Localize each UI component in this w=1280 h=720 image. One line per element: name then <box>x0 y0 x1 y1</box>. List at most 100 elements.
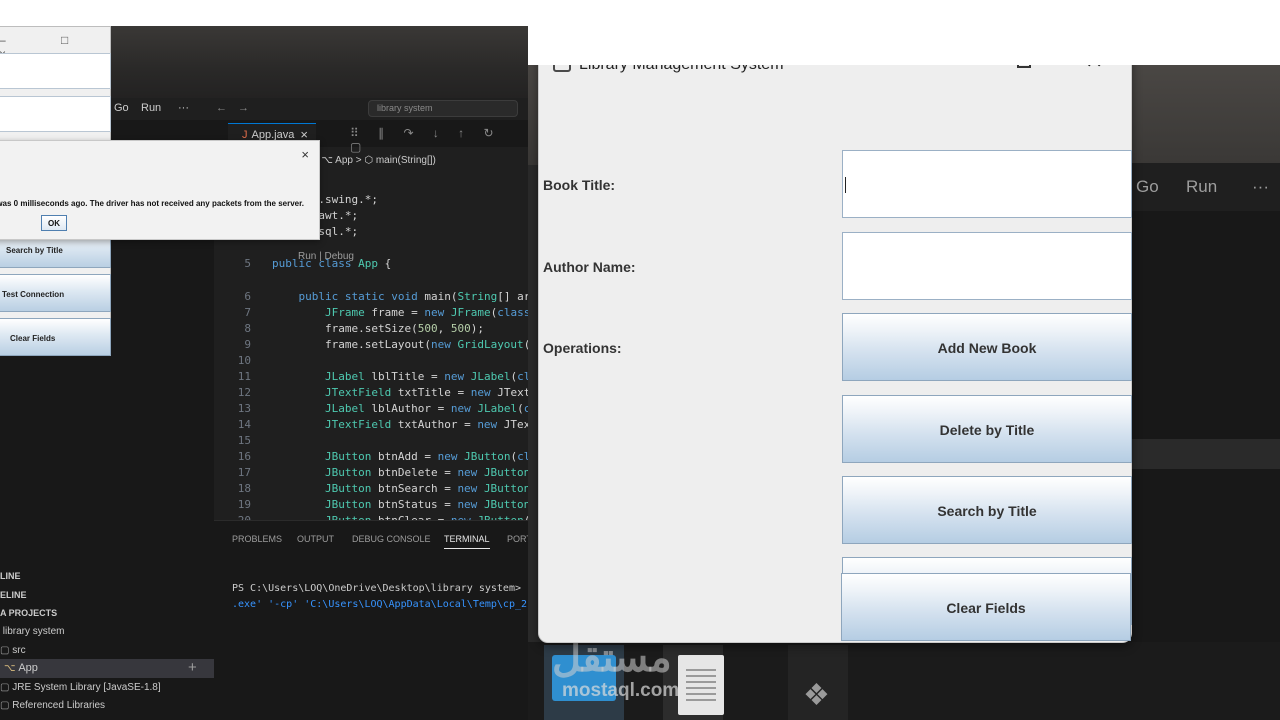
panel-tab-terminal[interactable]: TERMINAL <box>444 534 490 549</box>
code-text: JTextField txtTitle = new JTextF <box>324 386 528 399</box>
error-dialog: × r was 0 milliseconds ago. The driver h… <box>0 140 320 240</box>
line-number: 13 <box>237 402 251 415</box>
code-line[interactable]: 19 JButton btnStatus = new JButton( <box>214 498 528 514</box>
menu-more[interactable]: ··· <box>178 102 189 114</box>
java-projects-section[interactable]: A PROJECTS <box>0 608 57 618</box>
code-line[interactable]: 15 <box>214 434 528 450</box>
vscode-highlight-row <box>1128 439 1280 469</box>
outline-section[interactable]: LINE <box>0 571 21 581</box>
breadcrumb[interactable]: … > ⌥ App > ⬡ main(String[]) <box>300 155 436 166</box>
code-line[interactable]: 14 JTextField txtAuthor = new JText <box>214 418 528 434</box>
code-line[interactable]: 6 public static void main(String[] arg <box>214 290 528 306</box>
terminal-line: PS C:\Users\LOQ\OneDrive\Desktop\library… <box>232 583 521 594</box>
class-icon: ⌥ <box>4 663 19 674</box>
delete-by-title-button[interactable]: Delete by Title <box>842 395 1132 463</box>
library-management-window: Library Management System ✕ Book Title: … <box>538 65 1132 643</box>
code-text: JButton btnStatus = new JButton( <box>324 498 528 511</box>
ok-button[interactable]: OK <box>41 215 67 231</box>
code-text: frame.setLayout(new GridLayout(7 <box>272 338 528 351</box>
code-line[interactable]: 10 <box>214 354 528 370</box>
code-line[interactable]: 5 public class App { <box>214 257 528 273</box>
author-name-input[interactable] <box>842 232 1132 300</box>
package-icon: ▢ <box>0 645 13 656</box>
line-number: 14 <box>237 418 251 431</box>
tree-item-label: JRE System Library [JavaSE-1.8] <box>12 682 161 693</box>
line-number: 15 <box>237 434 251 447</box>
timeline-section[interactable]: ELINE <box>0 590 27 600</box>
tree-item-label: src <box>12 645 26 656</box>
code-line[interactable]: 7 JFrame frame = new JFrame(class="st">"… <box>214 306 528 322</box>
tree-item-label: Referenced Libraries <box>12 700 106 711</box>
debug-toolbar[interactable]: ⠿ ∥ ↷ ↓ ↑ ↻ ▢ <box>350 126 528 154</box>
code-line[interactable]: 9 frame.setLayout(new GridLayout(7 <box>214 338 528 354</box>
panel-tab-ports[interactable]: PORT <box>507 534 528 544</box>
line-number: 8 <box>244 322 251 335</box>
nav-back-icon[interactable]: ← <box>216 102 227 114</box>
code-line[interactable]: 12 JTextField txtTitle = new JTextF <box>214 386 528 402</box>
clear-fields-button[interactable]: Clear Fields <box>0 318 111 356</box>
command-center-search[interactable]: library system <box>368 100 518 117</box>
maximize-icon[interactable] <box>1017 65 1031 68</box>
close-icon[interactable]: × <box>301 147 309 162</box>
menu-run[interactable]: Run <box>1186 177 1217 197</box>
panel-tab-debug-console[interactable]: DEBUG CONSOLE <box>352 534 431 544</box>
code-text: JTextField txtAuthor = new JText <box>324 418 528 431</box>
code-line[interactable]: 18 JButton btnSearch = new JButton( <box>214 482 528 498</box>
line-number: 9 <box>244 338 251 351</box>
test-connection-button[interactable]: Test Connection <box>0 274 111 312</box>
code-line[interactable]: 16 JButton btnAdd = new JButton(class="s… <box>214 450 528 466</box>
menu-run[interactable]: Run <box>141 102 161 114</box>
code-text: JButton btnDelete = new JButton( <box>324 466 528 479</box>
watermark-text: mostaql.com <box>562 680 680 701</box>
tree-item-jre-library[interactable]: ▢ JRE System Library [JavaSE-1.8] <box>0 682 161 693</box>
code-line[interactable]: 8 frame.setSize(500, 500); <box>214 322 528 338</box>
tree-item-library-system[interactable]: ⁣⁣ library system <box>0 626 65 637</box>
code-text: JFrame frame = new JFrame(class="st">"Li… <box>324 306 528 319</box>
code-text: JLabel lblAuthor = new JLabel(class="st"… <box>324 402 528 415</box>
line-number: 16 <box>237 450 251 463</box>
tree-item-app[interactable]: ⌥ App <box>0 659 214 678</box>
library-icon: ▢ <box>0 682 13 693</box>
tree-item-src[interactable]: ▢ src <box>0 645 26 656</box>
code-text: public static void main(String[] arg <box>298 290 529 303</box>
terminal-line: .exe' '-cp' 'C:\Users\LOQ\AppData\Local\… <box>232 599 528 610</box>
bottom-panel: PROBLEMS OUTPUT DEBUG CONSOLE TERMINAL P… <box>214 520 528 720</box>
python-icon[interactable]: ❖ <box>803 678 830 713</box>
code-text: JButton btnAdd = new JButton(class="st">… <box>324 450 528 463</box>
vscode-menubar: Go Run ··· ← → library system <box>110 98 528 120</box>
close-icon[interactable]: ✕ <box>1085 65 1103 74</box>
dialog-message: r was 0 milliseconds ago. The driver has… <box>0 199 305 208</box>
code-line[interactable]: 17 JButton btnDelete = new JButton( <box>214 466 528 482</box>
code-text: frame.setSize(500, 500); <box>272 322 484 335</box>
panel-tab-output[interactable]: OUTPUT <box>297 534 334 544</box>
line-number: 19 <box>237 498 251 511</box>
tree-item-referenced-libraries[interactable]: ▢ Referenced Libraries <box>0 700 105 711</box>
author-name-field[interactable] <box>0 96 111 132</box>
code-line[interactable]: 11 JLabel lblTitle = new JLabel(class="s… <box>214 370 528 386</box>
book-title-input[interactable] <box>842 150 1132 218</box>
menu-go[interactable]: Go <box>1136 177 1159 197</box>
tree-item-label: App <box>18 662 38 674</box>
clear-fields-button[interactable]: Clear Fields <box>841 573 1131 641</box>
add-new-book-button[interactable]: Add New Book <box>842 313 1132 381</box>
tree-item-label: library system <box>2 626 65 637</box>
code-text: JLabel lblTitle = new JLabel(class="st">… <box>324 370 528 383</box>
line-number: 6 <box>244 290 251 303</box>
menu-more[interactable]: ··· <box>1252 177 1269 197</box>
line-number: 10 <box>237 354 251 367</box>
search-by-title-button[interactable]: Search by Title <box>842 476 1132 544</box>
code-line[interactable]: 13 JLabel lblAuthor = new JLabel(class="… <box>214 402 528 418</box>
line-number: 12 <box>237 386 251 399</box>
right-screenshot: Go Run ··· ❖ مستقل mostaql.com Library M… <box>528 65 1280 720</box>
codelens-run-debug[interactable]: Run | Debug <box>298 251 354 262</box>
document-icon[interactable] <box>678 655 724 715</box>
menu-go[interactable]: Go <box>114 102 129 114</box>
line-number: 7 <box>244 306 251 319</box>
line-number: 18 <box>237 482 251 495</box>
nav-forward-icon[interactable]: → <box>238 102 249 114</box>
app-window-icon <box>553 65 571 72</box>
add-icon[interactable]: + <box>188 659 197 676</box>
line-number: 5 <box>244 257 251 270</box>
panel-tab-problems[interactable]: PROBLEMS <box>232 534 282 544</box>
book-title-field[interactable] <box>0 53 111 89</box>
